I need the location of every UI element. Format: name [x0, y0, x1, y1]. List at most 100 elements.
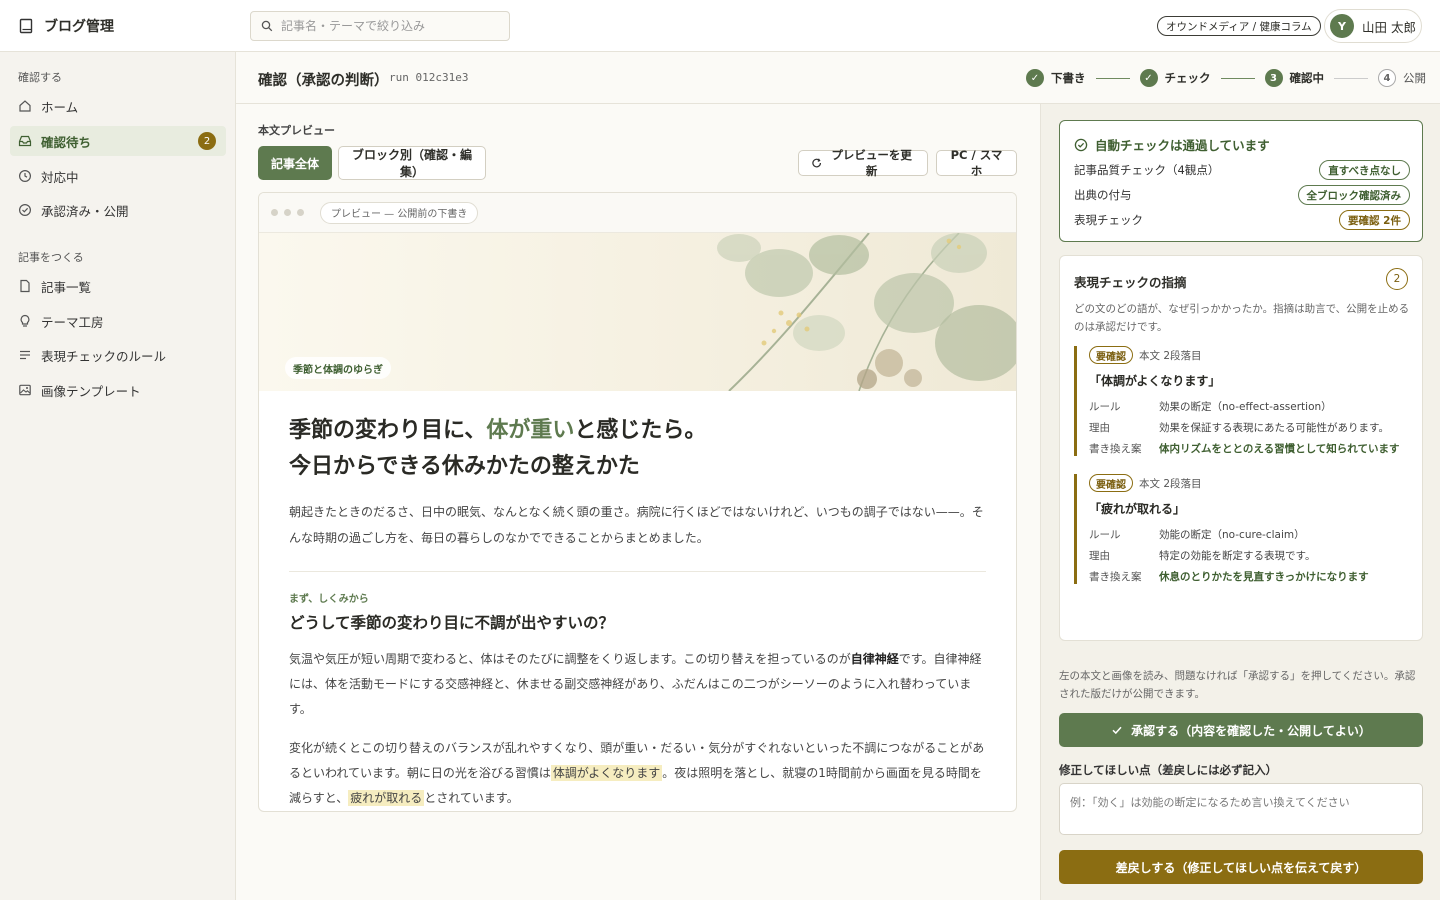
- check-row-quality: 記事品質チェック（4観点） 直すべき点なし: [1074, 160, 1410, 180]
- finding-quote: 「体調がよくなります」: [1089, 374, 1221, 388]
- sidebar-item-articles[interactable]: 記事一覧: [10, 271, 226, 301]
- user-name: 山田 太郎: [1362, 19, 1416, 35]
- finding-quote: 「疲れが取れる」: [1089, 502, 1186, 516]
- window-dot: [271, 209, 278, 216]
- device-toggle-button[interactable]: PC / スマホ: [936, 148, 1017, 178]
- step-connector: [1334, 77, 1368, 79]
- app-brand[interactable]: ブログ管理: [18, 0, 114, 52]
- refresh-icon: [812, 158, 822, 168]
- check-icon: [1112, 726, 1122, 735]
- status-badge: 直すべき点なし: [1319, 160, 1410, 180]
- section-kicker: まず、しくみから: [289, 594, 369, 605]
- finding-item-1[interactable]: 要確認 本文 2段落目 「体調がよくなります」 ルール 効果の断定（no-effe…: [1074, 346, 1410, 456]
- org-selector[interactable]: オウンドメディア / 健康コラム: [1157, 16, 1321, 36]
- sidebar: 確認する ホーム 確認待ち 2 対応中 承認済み・公開 記事をつくる 記事一覧 …: [0, 52, 236, 900]
- sidebar-section-create: 記事をつくる: [18, 251, 84, 264]
- inbox-icon: [18, 135, 32, 147]
- hero-image: 季節と体調のゆらぎ: [259, 233, 1016, 391]
- sidebar-item-home[interactable]: ホーム: [10, 91, 226, 121]
- search-input[interactable]: [281, 19, 501, 33]
- article-lead: 朝起きたときのだるさ、日中の眠気、なんとなく続く頭の重さ。病院に行くほどではない…: [289, 505, 984, 545]
- step-connector: [1095, 77, 1130, 79]
- preview-pane: 本文プレビュー 記事全体 ブロック別（確認・編集） プレビューを更新 PC / …: [236, 104, 1039, 900]
- search-box[interactable]: [250, 11, 510, 41]
- sidebar-item-label: 表現チェックのルール: [41, 348, 167, 364]
- finding-rewrite[interactable]: 休息のとりかたを見直すきっかけになります: [1159, 569, 1369, 584]
- findings-description: どの文のどの語が、なぜ引っかかったか。指摘は助言で、公開を止めるのは承認だけです…: [1074, 303, 1410, 333]
- article-title: 季節の変わり目に、体が重いと感じたら。 今日からできる休みかたの整えかた: [289, 418, 707, 479]
- window-dot: [284, 209, 291, 216]
- fix-request-input[interactable]: [1059, 783, 1423, 835]
- sidebar-item-label: 記事一覧: [41, 279, 92, 295]
- step-number: 4: [1378, 69, 1396, 87]
- status-badge: 全ブロック確認済み: [1297, 185, 1410, 205]
- clock-icon: [18, 169, 32, 183]
- findings-title: 表現チェックの指摘: [1074, 275, 1187, 290]
- sidebar-item-pending[interactable]: 確認待ち 2: [10, 126, 226, 156]
- sidebar-item-approved[interactable]: 承認済み・公開: [10, 195, 226, 225]
- article-paragraph-1: 気温や気圧が短い周期で変わると、体はそのたびに調整をくり返します。この切り替えを…: [289, 652, 982, 716]
- sidebar-item-label: ホーム: [41, 99, 79, 115]
- list-icon: [20, 350, 30, 360]
- sidebar-item-in-progress[interactable]: 対応中: [10, 161, 226, 191]
- search-icon: [261, 20, 273, 32]
- check-icon: ✓: [1139, 69, 1158, 87]
- article-preview-frame: プレビュー — 公開前の下書き 季節と体調のゆらぎ 季節の変わり目に、体が重いと…: [258, 192, 1017, 812]
- step-connector: [1220, 77, 1255, 79]
- article-paragraph-2: 変化が続くとこの切り替えのバランスが乱れやすくなり、頭が重い・だるい・気分がすぐ…: [289, 741, 985, 806]
- refresh-preview-button[interactable]: プレビューを更新: [798, 148, 928, 178]
- tab-by-block[interactable]: ブロック別（確認・編集）: [338, 146, 486, 180]
- article-body: 季節の変わり目に、体が重いと感じたら。 今日からできる休みかたの整えかた 朝起き…: [259, 413, 1016, 811]
- check-row-expression: 表現チェック 要確認 2件: [1074, 210, 1410, 230]
- sidebar-item-label: 対応中: [41, 169, 79, 185]
- finding-location: 本文 2段落目: [1139, 477, 1202, 490]
- check-circle-icon: [18, 203, 32, 217]
- findings-card: 表現チェックの指摘 2 どの文のどの語が、なぜ引っかかったか。指摘は助言で、公開…: [1059, 255, 1423, 641]
- flagged-phrase-1[interactable]: 体調がよくなります: [550, 765, 663, 781]
- sidebar-item-theme-studio[interactable]: テーマ工房: [10, 306, 226, 336]
- page-title: 確認（承認の判断）: [258, 73, 389, 89]
- divider: [289, 571, 986, 572]
- check-row-citation: 出典の付与 全ブロック確認済み: [1074, 185, 1410, 205]
- step-publish: 4 公開: [1378, 69, 1426, 87]
- findings-count-badge: 2: [1386, 268, 1408, 290]
- sidebar-section-review: 確認する: [18, 71, 62, 84]
- finding-tag: 要確認: [1089, 346, 1133, 364]
- finding-reason: 効果を保証する表現にあたる可能性があります。: [1159, 422, 1389, 434]
- sidebar-item-image-templates[interactable]: 画像テンプレート: [10, 375, 226, 405]
- send-back-button[interactable]: 差戻しする（修正してほしい点を伝えて戻す）: [1059, 850, 1423, 884]
- finding-rewrite[interactable]: 体内リズムをととのえる習慣として知られています: [1159, 441, 1399, 456]
- step-reviewing: 3 確認中: [1264, 69, 1324, 87]
- preview-label: 本文プレビュー: [258, 124, 335, 137]
- tab-full-article[interactable]: 記事全体: [258, 146, 332, 180]
- finding-rule: 効果の断定（no-effect-assertion）: [1159, 401, 1332, 413]
- run-id: run 012c31e3: [389, 71, 469, 84]
- sidebar-item-label: 確認待ち: [41, 134, 92, 150]
- step-draft: ✓ 下書き: [1026, 69, 1086, 87]
- approval-instructions: 左の本文と画像を読み、問題なければ「承認する」を押してください。承認された版だけ…: [1059, 670, 1416, 700]
- finding-rule: 効能の断定（no-cure-claim）: [1159, 529, 1305, 541]
- flagged-phrase-2[interactable]: 疲れが取れる: [348, 790, 425, 806]
- top-bar: ブログ管理 オウンドメディア / 健康コラム Y 山田 太郎: [0, 0, 1440, 52]
- sidebar-item-expression-rules[interactable]: 表現チェックのルール: [10, 340, 226, 370]
- app-title: ブログ管理: [44, 19, 114, 35]
- approve-button[interactable]: 承認する（内容を確認した・公開してよい）: [1059, 713, 1423, 747]
- review-panel: 自動チェックは通過しています 記事品質チェック（4観点） 直すべき点なし 出典の…: [1040, 104, 1440, 900]
- preview-window-bar: プレビュー — 公開前の下書き: [259, 193, 1016, 233]
- avatar: Y: [1330, 14, 1354, 38]
- step-number: 3: [1264, 69, 1283, 87]
- sidebar-item-label: テーマ工房: [41, 314, 104, 330]
- finding-item-2[interactable]: 要確認 本文 2段落目 「疲れが取れる」 ルール 効能の断定（no-cure-cl…: [1074, 474, 1410, 584]
- status-badge[interactable]: 要確認 2件: [1339, 210, 1410, 230]
- auto-check-title: 自動チェックは通過しています: [1074, 135, 1270, 154]
- window-dot: [297, 209, 304, 216]
- user-menu[interactable]: Y 山田 太郎: [1324, 9, 1422, 43]
- sidebar-item-label: 画像テンプレート: [41, 383, 141, 399]
- check-icon: ✓: [1026, 69, 1044, 87]
- book-icon: [19, 18, 33, 34]
- home-icon: [19, 100, 31, 112]
- check-circle-icon: [1074, 138, 1088, 151]
- image-icon: [19, 384, 31, 396]
- fix-request-label: 修正してほしい点（差戻しには必ず記入）: [1059, 763, 1278, 777]
- page-header: 確認（承認の判断） run 012c31e3 ✓ 下書き ✓ チェック 3 確認…: [236, 52, 1440, 104]
